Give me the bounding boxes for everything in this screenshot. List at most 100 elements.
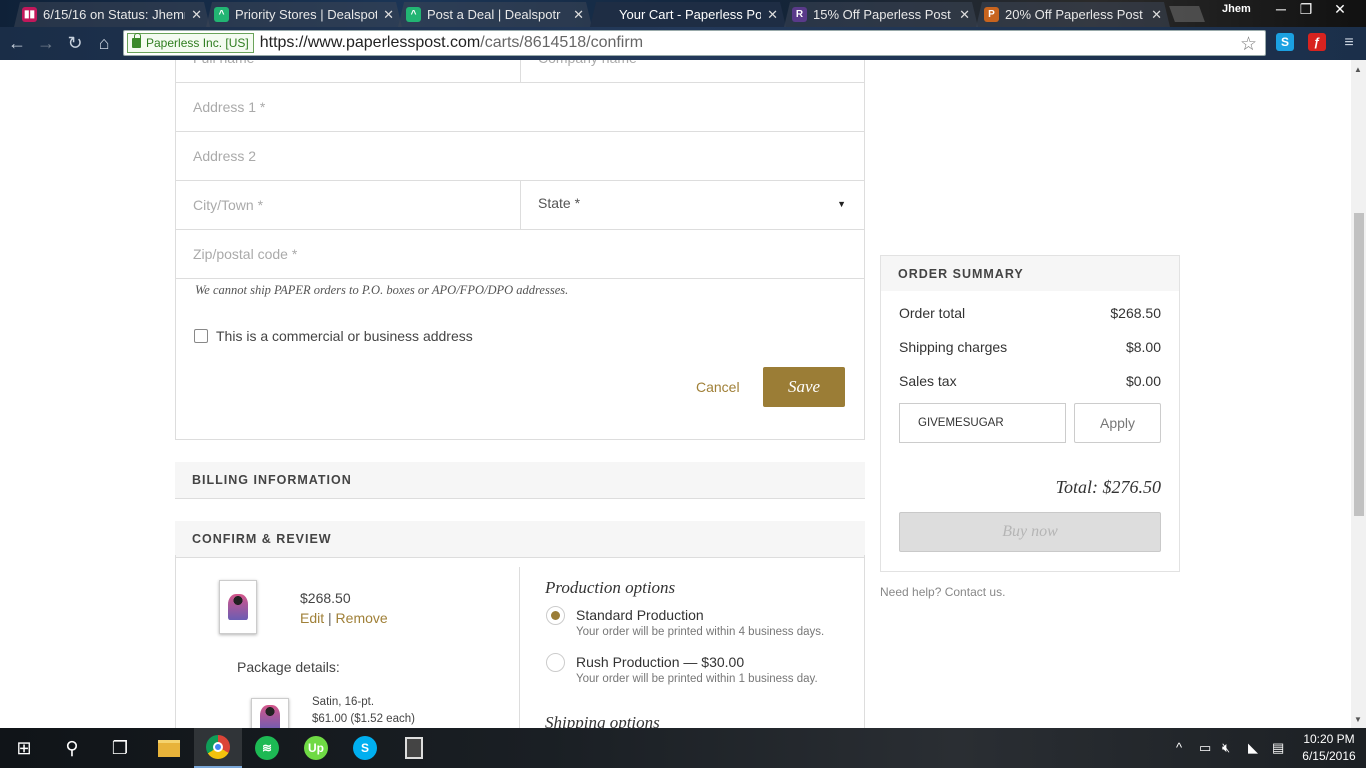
url-text[interactable]: https://www.paperlesspost.com/carts/8614… [260, 34, 643, 52]
dealspotr-icon: ^ [406, 7, 421, 22]
browser-toolbar: ← → ↻ ⌂ Paperless Inc. [US] https://www.… [0, 27, 1366, 60]
windows-taskbar: ⊞ ⚲ ❐ ≋ Up S ^ ▭ 🔇︎ ◣ ▤ 10:20 PM 6/15/20… [0, 728, 1366, 768]
scroll-up-icon[interactable]: ▲ [1354, 65, 1362, 74]
coupon-site-icon: P [984, 7, 999, 22]
zip-field[interactable]: Zip/postal code * [176, 230, 864, 278]
volume-muted-icon[interactable]: 🔇︎ [1222, 740, 1230, 756]
address2-field[interactable]: Address 2 [176, 132, 864, 180]
rush-production-radio[interactable] [546, 653, 565, 672]
power-icon[interactable]: ▭ [1199, 740, 1211, 756]
calculator-icon[interactable] [390, 728, 438, 768]
confirm-review-panel: $268.50 Edit | Remove Package details: S… [175, 555, 865, 728]
tab-15-off[interactable]: R 15% Off Paperless Post Co ✕ [784, 2, 978, 27]
file-explorer-icon[interactable] [145, 728, 193, 768]
close-icon[interactable]: ✕ [191, 7, 202, 23]
apply-button[interactable]: Apply [1074, 403, 1161, 443]
skype-icon[interactable]: S [341, 728, 389, 768]
save-button[interactable]: Save [763, 367, 845, 407]
task-view-icon[interactable]: ❐ [96, 728, 144, 768]
checkbox[interactable] [194, 329, 208, 343]
zip-row: Zip/postal code * [176, 230, 864, 279]
menu-icon[interactable]: ≡ [1338, 33, 1360, 53]
new-tab-button[interactable] [1169, 6, 1205, 22]
windows-start-icon[interactable]: ⊞ [0, 728, 48, 768]
address1-field[interactable]: Address 1 * [176, 83, 864, 131]
name-row: Full name Company name [176, 60, 864, 83]
reload-icon[interactable]: ↻ [64, 33, 86, 53]
company-name-field[interactable]: Company name [520, 60, 864, 82]
promo-code-input[interactable]: GIVEMESUGAR [899, 403, 1066, 443]
rush-production-desc: Your order will be printed within 1 busi… [576, 673, 818, 685]
standard-production-label[interactable]: Standard Production [576, 607, 704, 623]
confirm-review-header[interactable]: CONFIRM & REVIEW [175, 521, 865, 558]
paperless-post-icon [598, 7, 613, 22]
scroll-down-icon[interactable]: ▼ [1354, 715, 1362, 724]
wifi-icon[interactable]: ◣ [1248, 740, 1258, 756]
folder-shape [158, 739, 180, 757]
search-icon[interactable]: ⚲ [48, 728, 96, 768]
full-name-field[interactable]: Full name [176, 60, 520, 82]
order-summary: ORDER SUMMARY Order total $268.50 Shippi… [880, 255, 1180, 572]
close-icon[interactable]: ✕ [383, 7, 394, 23]
page-scrollbar[interactable]: ▲ ▼ [1351, 60, 1366, 728]
tab-your-cart[interactable]: Your Cart - Paperless Post ✕ [590, 2, 786, 27]
city-field[interactable]: City/Town * [176, 181, 520, 229]
scrollbar-thumb[interactable] [1354, 213, 1364, 516]
cancel-link[interactable]: Cancel [696, 379, 740, 395]
close-icon[interactable]: ✕ [959, 7, 970, 23]
flash-extension-icon[interactable]: ƒ [1308, 33, 1326, 51]
tab-post-deal[interactable]: ^ Post a Deal | Dealspotr ✕ [398, 2, 592, 27]
system-clock[interactable]: 10:20 PM 6/15/2016 [1296, 731, 1362, 765]
order-summary-title: ORDER SUMMARY [881, 256, 1179, 291]
commercial-address-checkbox[interactable]: This is a commercial or business address [194, 328, 473, 344]
close-icon[interactable]: ✕ [767, 7, 778, 23]
buy-now-button[interactable]: Buy now [899, 512, 1161, 552]
secure-badge[interactable]: Paperless Inc. [US] [127, 33, 254, 53]
upwork-icon[interactable]: Up [292, 728, 340, 768]
address-bar[interactable]: Paperless Inc. [US] https://www.paperles… [123, 30, 1266, 56]
home-icon[interactable]: ⌂ [93, 33, 115, 53]
retailmenot-icon: R [792, 7, 807, 22]
dealspotr-icon: ^ [214, 7, 229, 22]
notifications-icon[interactable]: ▤ [1272, 740, 1284, 756]
state-select[interactable]: State * ▼ [520, 181, 864, 229]
billing-information-header[interactable]: BILLING INFORMATION [175, 462, 865, 499]
edit-link[interactable]: Edit [300, 610, 324, 626]
tab-status[interactable]: ▮▮ 6/15/16 on Status: Jhemm ✕ [14, 2, 210, 27]
standard-production-radio[interactable] [546, 606, 565, 625]
standard-production-desc: Your order will be printed within 4 busi… [576, 626, 825, 638]
card-illustration [228, 594, 248, 620]
close-icon[interactable]: ✕ [1151, 7, 1162, 23]
card-thumbnail[interactable] [219, 580, 257, 634]
package-thumbnail [251, 698, 289, 728]
spotify-icon[interactable]: ≋ [243, 728, 291, 768]
item-price: $268.50 [300, 590, 351, 606]
help-link[interactable]: Need help? Contact us. [880, 585, 1005, 599]
skype-extension-icon[interactable]: S [1276, 33, 1294, 51]
chrome-icon[interactable] [194, 728, 242, 768]
profile-name[interactable]: Jhem [1222, 3, 1251, 15]
trello-icon: ▮▮ [23, 9, 35, 20]
back-icon[interactable]: ← [6, 33, 28, 53]
bookmark-star-icon[interactable]: ☆ [1240, 33, 1257, 56]
forward-icon[interactable]: → [35, 33, 57, 53]
close-window-icon[interactable]: ✕ [1327, 1, 1353, 18]
column-divider [519, 567, 520, 728]
address1-row: Address 1 * [176, 83, 864, 132]
rush-production-label[interactable]: Rush Production — $30.00 [576, 654, 744, 670]
shipping-options-title: Shipping options [545, 713, 660, 728]
shipping-charges-row: Shipping charges $8.00 [899, 339, 1161, 355]
order-total-row: Order total $268.50 [899, 305, 1161, 321]
package-price: $61.00 ($1.52 each) [312, 713, 415, 725]
sales-tax-row: Sales tax $0.00 [899, 373, 1161, 389]
minimize-icon[interactable]: ─ [1268, 1, 1294, 17]
tab-20-off[interactable]: P 20% Off Paperless Post Pe ✕ [976, 2, 1170, 27]
production-options-title: Production options [545, 578, 676, 597]
tab-priority-stores[interactable]: ^ Priority Stores | Dealspotr ✕ [206, 2, 402, 27]
close-icon[interactable]: ✕ [573, 7, 584, 23]
package-details-title: Package details: [237, 659, 340, 675]
grand-total: Total: $276.50 [1055, 477, 1161, 497]
show-hidden-icons[interactable]: ^ [1176, 740, 1182, 755]
restore-icon[interactable]: ❐ [1293, 1, 1319, 18]
remove-link[interactable]: Remove [336, 610, 388, 626]
